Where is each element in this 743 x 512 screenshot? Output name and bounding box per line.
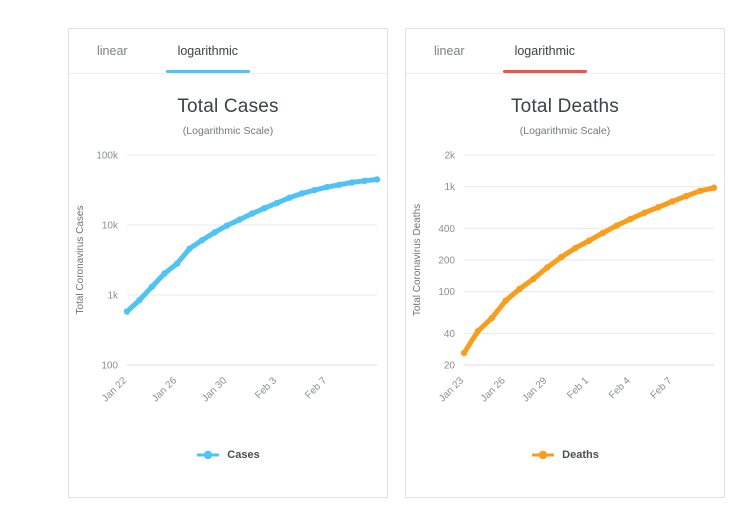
svg-text:Jan 22: Jan 22 — [100, 375, 129, 404]
svg-text:40: 40 — [444, 329, 456, 340]
svg-text:Jan 26: Jan 26 — [150, 375, 179, 404]
legend-label-cases: Cases — [227, 449, 260, 461]
svg-text:Jan 26: Jan 26 — [479, 375, 508, 404]
chart-plot-cases[interactable]: 100 1k 10k 100k Total Coronavirus Cases Jan 2… — [69, 143, 387, 443]
chart-title-deaths: Total Deaths — [510, 96, 619, 117]
tab-linear-deaths[interactable]: linear — [428, 29, 471, 73]
tab-logarithmic-cases[interactable]: logarithmic — [165, 29, 251, 73]
legend-cases[interactable]: Cases — [69, 449, 387, 461]
chart-subtitle-cases: (Logarithmic Scale) — [182, 125, 274, 137]
legend-deaths[interactable]: Deaths — [406, 449, 724, 461]
svg-text:Feb 7: Feb 7 — [649, 375, 675, 401]
chart-subtitle-deaths: (Logarithmic Scale) — [519, 125, 611, 137]
dashboard-root: linear logarithmic Total Cases (Logarith… — [0, 0, 743, 512]
svg-text:Feb 4: Feb 4 — [607, 375, 633, 401]
tab-logarithmic-deaths[interactable]: logarithmic — [502, 29, 588, 73]
svg-text:Total Coronavirus Cases: Total Coronavirus Cases — [75, 206, 86, 315]
cases-line-chart-svg: 100 1k 10k 100k Total Coronavirus Cases Jan 2… — [75, 151, 381, 404]
scale-tabs-cases: linear logarithmic — [69, 29, 387, 74]
legend-label-deaths: Deaths — [562, 449, 599, 461]
total-cases-card: linear logarithmic Total Cases (Logarith… — [68, 28, 388, 498]
svg-text:Total Coronavirus Deaths: Total Coronavirus Deaths — [412, 204, 423, 316]
legend-marker-deaths-icon — [532, 450, 555, 460]
svg-text:100: 100 — [101, 361, 118, 372]
svg-text:Jan 29: Jan 29 — [520, 375, 549, 404]
svg-text:Feb 3: Feb 3 — [253, 375, 279, 401]
svg-text:100: 100 — [438, 287, 455, 298]
svg-text:1k: 1k — [444, 182, 456, 193]
scale-tabs-deaths: linear logarithmic — [406, 29, 724, 74]
svg-text:200: 200 — [438, 256, 455, 267]
svg-text:2k: 2k — [444, 151, 456, 162]
chart-plot-deaths[interactable]: 20 40 100 200 400 1k 2k Total Coronavirus Death… — [406, 143, 724, 443]
svg-text:Jan 23: Jan 23 — [437, 375, 466, 404]
svg-text:10k: 10k — [102, 221, 119, 232]
svg-text:400: 400 — [438, 224, 455, 235]
svg-text:20: 20 — [444, 361, 456, 372]
svg-text:1k: 1k — [107, 291, 119, 302]
legend-marker-cases-icon — [197, 450, 220, 460]
svg-text:Feb 1: Feb 1 — [565, 375, 591, 401]
tab-linear-cases[interactable]: linear — [91, 29, 134, 73]
total-deaths-card: linear logarithmic Total Deaths (Logarit… — [405, 28, 725, 498]
svg-text:100k: 100k — [96, 151, 119, 162]
deaths-line-chart-svg: 20 40 100 200 400 1k 2k Total Coronavirus Death… — [412, 151, 718, 404]
chart-title-cases: Total Cases — [177, 96, 279, 117]
svg-text:Jan 30: Jan 30 — [200, 375, 229, 404]
svg-text:Feb 7: Feb 7 — [303, 375, 329, 401]
